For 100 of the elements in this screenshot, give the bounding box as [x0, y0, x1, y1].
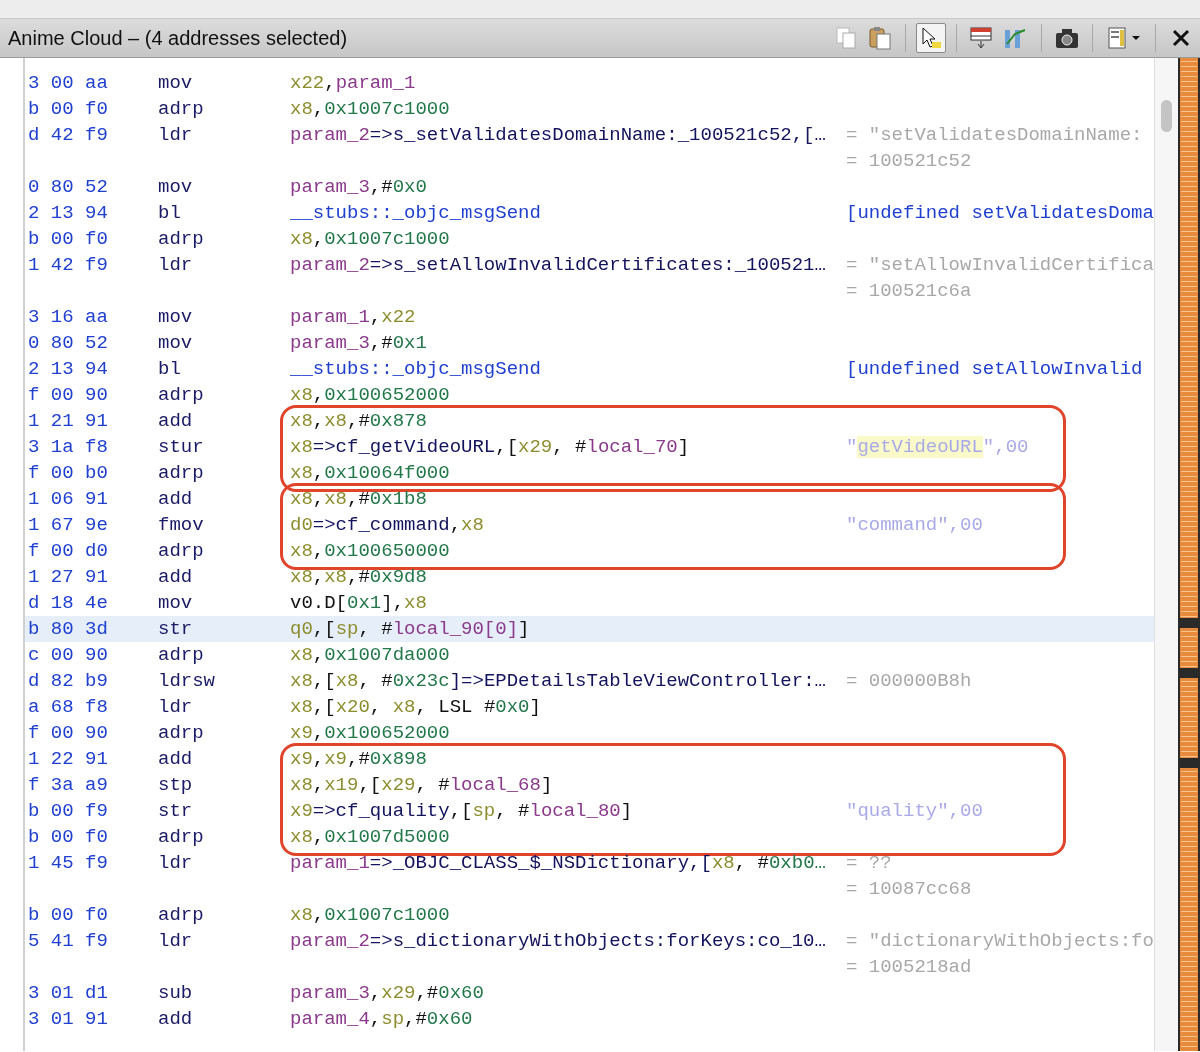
listing-row[interactable]: 0 80 52 mov param_3,#0x1: [25, 330, 1154, 356]
bytes-text: d 42 f9: [27, 123, 109, 148]
bytes-text: f 00 90: [27, 383, 109, 408]
listing-row[interactable]: 3 00 aa mov x22,param_1: [25, 70, 1154, 96]
listing-row[interactable]: 1 21 91 add x8,x8,#0x878: [25, 408, 1154, 434]
operand-text: x8,0x10064f000: [290, 462, 450, 484]
navigation-overview-drawing[interactable]: [1178, 58, 1200, 1051]
mnemonic-text: adrp: [158, 383, 205, 408]
listing-row[interactable]: f 00 90 adrp x9,0x100652000: [25, 720, 1154, 746]
listing-row[interactable]: 1 06 91 add x8,x8,#0x1b8: [25, 486, 1154, 512]
operand-text: param_3,#0x1: [290, 332, 427, 354]
listing-row[interactable]: f 00 d0 adrp x8,0x100650000: [25, 538, 1154, 564]
operand-text: x9,x9,#0x898: [290, 748, 427, 770]
operand-text: x8,0x1007c1000: [290, 904, 450, 926]
operand-text: x8,x19,[x29, #local_68]: [290, 774, 553, 796]
mnemonic-text: ldr: [158, 851, 194, 876]
comment-text: = 100521c52: [846, 150, 972, 172]
scroll-thumb[interactable]: [1161, 100, 1172, 132]
bytes-text: b 00 f9: [27, 799, 109, 824]
bytes-text: b 00 f0: [27, 227, 109, 252]
listing-row[interactable]: d 18 4e mov v0.D[0x1],x8: [25, 590, 1154, 616]
mnemonic-text: str: [158, 617, 194, 642]
operand-text: x8,[x8, #0x23c]=>EPDetailsTableViewController:…: [290, 670, 826, 692]
bytes-text: 2 13 94: [27, 357, 109, 382]
mnemonic-text: adrp: [158, 825, 205, 850]
listing-row[interactable]: b 80 3d str q0,[sp, #local_90[0]]: [25, 616, 1154, 642]
comment-text: = "setValidatesDomainName:: [846, 124, 1143, 146]
listing-row[interactable]: b 00 f0 adrp x8,0x1007c1000: [25, 226, 1154, 252]
listing-row[interactable]: 5 41 f9 ldr param_2=>s_dictionaryWithObjects:forKeys:co_10… = "dictionaryWithObjects:fo = 1005218ad: [25, 928, 1154, 980]
listing-row[interactable]: c 00 90 adrp x8,0x1007da000: [25, 642, 1154, 668]
operand-text: d0=>cf_command,x8: [290, 514, 484, 536]
listing-row[interactable]: b 00 f0 adrp x8,0x1007c1000: [25, 96, 1154, 122]
mnemonic-text: mov: [158, 71, 194, 96]
listing-row[interactable]: 2 13 94 bl __stubs::_objc_msgSend [undefined setValidatesDoma: [25, 200, 1154, 226]
mnemonic-text: ldr: [158, 253, 194, 278]
listing-row[interactable]: d 82 b9 ldrsw x8,[x8, #0x23c]=>EPDetailsTableViewController:… = 000000B8h: [25, 668, 1154, 694]
listing-row[interactable]: 1 27 91 add x8,x8,#0x9d8: [25, 564, 1154, 590]
listing-row[interactable]: b 00 f9 str x9=>cf_quality,[sp, #local_80] "quality",00: [25, 798, 1154, 824]
table-icon: [969, 26, 995, 50]
mnemonic-text: mov: [158, 175, 194, 200]
bytes-text: b 00 f0: [27, 97, 109, 122]
bytes-text: 3 01 91: [27, 1007, 109, 1032]
operand-text: __stubs::_objc_msgSend: [290, 358, 541, 380]
operand-text: x8,0x1007d5000: [290, 826, 450, 848]
mnemonic-text: ldrsw: [158, 669, 216, 694]
listing-row[interactable]: 1 45 f9 ldr param_1=>_OBJC_CLASS_$_NSDictionary,[x8, #0xb0… = ?? = 10087cc68: [25, 850, 1154, 902]
bytes-text: a 68 f8: [27, 695, 109, 720]
operand-text: x8,0x1007c1000: [290, 98, 450, 120]
comment-text: = "setAllowInvalidCertifica: [846, 254, 1154, 276]
listing-row[interactable]: 1 67 9e fmov d0=>cf_command,x8 "command",00: [25, 512, 1154, 538]
bytes-text: b 00 f0: [27, 825, 109, 850]
listing-row[interactable]: 3 16 aa mov param_1,x22: [25, 304, 1154, 330]
comment-text: = 1005218ad: [846, 956, 972, 978]
mnemonic-text: adrp: [158, 643, 205, 668]
listing-row[interactable]: 3 01 91 add param_4,sp,#0x60: [25, 1006, 1154, 1032]
bytes-text: 1 27 91: [27, 565, 109, 590]
listing-row[interactable]: 3 1a f8 stur x8=>cf_getVideoURL,[x29, #local_70] "getVideoURL",00: [25, 434, 1154, 460]
listing-row[interactable]: a 68 f8 ldr x8,[x20, x8, LSL #0x0]: [25, 694, 1154, 720]
listing-row[interactable]: b 00 f0 adrp x8,0x1007d5000: [25, 824, 1154, 850]
mnemonic-text: add: [158, 747, 194, 772]
listing-row[interactable]: 1 42 f9 ldr param_2=>s_setAllowInvalidCertificates:_100521… = "setAllowInvalidCertifica = 100521c6a: [25, 252, 1154, 304]
operand-text: v0.D[0x1],x8: [290, 592, 427, 614]
comment-text: = 10087cc68: [846, 878, 972, 900]
mnemonic-text: add: [158, 565, 194, 590]
mnemonic-text: bl: [158, 357, 182, 382]
mnemonic-text: adrp: [158, 461, 205, 486]
mnemonic-text: add: [158, 1007, 194, 1032]
clipboard-icon: [868, 26, 892, 50]
mnemonic-text: mov: [158, 305, 194, 330]
listing-row[interactable]: 2 13 94 bl __stubs::_objc_msgSend [undefined setAllowInvalid: [25, 356, 1154, 382]
window-title: Anime Cloud – (4 addresses selected): [8, 26, 348, 51]
operand-text: x9=>cf_quality,[sp, #local_80]: [290, 800, 633, 822]
listing-row[interactable]: 0 80 52 mov param_3,#0x0: [25, 174, 1154, 200]
comment-text: [undefined setValidatesDoma: [846, 202, 1154, 224]
listing-row[interactable]: 1 22 91 add x9,x9,#0x898: [25, 746, 1154, 772]
listing-row[interactable]: f 00 b0 adrp x8,0x10064f000: [25, 460, 1154, 486]
comment-text: [undefined setAllowInvalid: [846, 358, 1143, 380]
operand-text: x8,0x1007c1000: [290, 228, 450, 250]
bytes-text: 3 16 aa: [27, 305, 109, 330]
listing-row[interactable]: b 00 f0 adrp x8,0x1007c1000: [25, 902, 1154, 928]
listing-row[interactable]: d 42 f9 ldr param_2=>s_setValidatesDomainName:_100521c52,[… = "setValidatesDomainName: = 100521c52: [25, 122, 1154, 174]
bytes-text: b 80 3d: [27, 617, 109, 642]
mnemonic-text: adrp: [158, 97, 205, 122]
vertical-scrollbar[interactable]: [1154, 58, 1178, 1051]
close-icon: [1170, 27, 1192, 49]
bytes-text: 1 42 f9: [27, 253, 109, 278]
comment-text: = 100521c6a: [846, 280, 972, 302]
operand-text: x9,0x100652000: [290, 722, 450, 744]
listing-row[interactable]: 3 01 d1 sub param_3,x29,#0x60: [25, 980, 1154, 1006]
mnemonic-text: stp: [158, 773, 194, 798]
mnemonic-text: ldr: [158, 123, 194, 148]
listing-row[interactable]: f 3a a9 stp x8,x19,[x29, #local_68]: [25, 772, 1154, 798]
listing-row[interactable]: f 00 90 adrp x8,0x100652000: [25, 382, 1154, 408]
bytes-text: 2 13 94: [27, 201, 109, 226]
copy-icon: [834, 26, 858, 50]
operand-text: param_3,x29,#0x60: [290, 982, 484, 1004]
mnemonic-text: adrp: [158, 227, 205, 252]
select-button[interactable]: [916, 23, 946, 53]
comment-text: = ??: [846, 852, 892, 874]
bytes-text: 0 80 52: [27, 175, 109, 200]
